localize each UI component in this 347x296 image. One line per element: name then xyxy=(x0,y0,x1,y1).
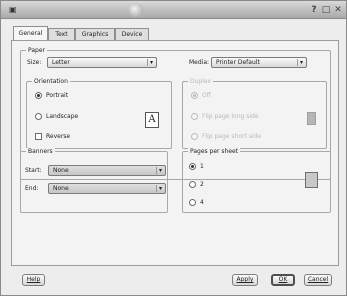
banners-group: Banners Start: None ▾ End: None ▾ xyxy=(20,148,168,213)
radio-button[interactable] xyxy=(189,163,196,170)
landscape-label: Landscape xyxy=(46,113,79,120)
chevron-down-icon: ▾ xyxy=(297,59,305,66)
banner-end-label: End: xyxy=(25,185,39,192)
print-dialog-window: ▣ ? □ ✕ General Text Graphics Device Pap… xyxy=(0,0,347,296)
radio-button[interactable] xyxy=(35,113,42,120)
ok-button[interactable]: OK xyxy=(271,274,295,286)
pages-per-sheet-group: Pages per sheet 1 2 4 xyxy=(182,148,331,213)
size-select-value: Letter xyxy=(52,59,70,66)
chevron-down-icon: ▾ xyxy=(147,59,155,66)
duplex-long-label: Flip page long side xyxy=(202,113,259,120)
radio-button[interactable] xyxy=(189,199,196,206)
general-tab-panel: Paper Size: Letter ▾ Media: Printer Defa… xyxy=(11,40,339,266)
help-button-label: Help xyxy=(26,276,41,283)
pps-1-label: 1 xyxy=(200,163,204,170)
banner-start-label: Start: xyxy=(25,167,42,174)
orientation-group: Orientation Portrait Landscape Reverse A xyxy=(26,78,172,149)
radio-button[interactable] xyxy=(191,92,198,99)
title-bar[interactable]: ▣ ? □ ✕ xyxy=(1,1,346,19)
radio-button[interactable] xyxy=(189,181,196,188)
portrait-label: Portrait xyxy=(46,92,69,99)
size-select[interactable]: Letter ▾ xyxy=(47,57,157,68)
orientation-preview-icon: A xyxy=(145,112,159,128)
media-label: Media: xyxy=(189,59,210,66)
pages-per-sheet-legend: Pages per sheet xyxy=(188,148,241,155)
help-question-icon[interactable]: ? xyxy=(308,4,320,16)
banner-start-value: None xyxy=(53,167,69,174)
reverse-label: Reverse xyxy=(46,133,71,140)
orientation-legend: Orientation xyxy=(32,78,70,85)
cancel-button[interactable]: Cancel xyxy=(304,274,332,286)
checkbox[interactable] xyxy=(35,133,42,140)
radio-button[interactable] xyxy=(191,133,198,140)
duplex-preview-icon xyxy=(307,112,316,125)
chevron-down-icon: ▾ xyxy=(156,185,164,192)
banner-end-value: None xyxy=(53,185,69,192)
banners-legend: Banners xyxy=(26,148,55,155)
media-select-value: Printer Default xyxy=(216,59,260,66)
page-layout-preview-icon xyxy=(305,172,318,188)
size-label: Size: xyxy=(27,59,42,66)
app-logo-icon xyxy=(129,3,143,17)
apply-button[interactable]: Apply xyxy=(232,274,258,286)
close-icon[interactable]: ✕ xyxy=(332,4,344,16)
maximize-icon[interactable]: □ xyxy=(320,4,332,16)
media-select[interactable]: Printer Default ▾ xyxy=(211,57,307,68)
radio-button[interactable] xyxy=(191,113,198,120)
pps-2-label: 2 xyxy=(200,181,204,188)
ok-button-label: OK xyxy=(278,276,288,283)
banner-start-select[interactable]: None ▾ xyxy=(48,165,166,176)
radio-button[interactable] xyxy=(35,92,42,99)
banner-end-select[interactable]: None ▾ xyxy=(48,183,166,194)
duplex-legend: Duplex xyxy=(188,78,214,85)
duplex-group: Duplex Off Flip page long side Flip page… xyxy=(182,78,327,149)
chevron-down-icon: ▾ xyxy=(156,167,164,174)
printer-app-icon: ▣ xyxy=(9,5,17,14)
paper-legend: Paper xyxy=(26,47,47,54)
help-button[interactable]: Help xyxy=(22,274,45,286)
cancel-button-label: Cancel xyxy=(307,276,329,283)
pps-4-label: 4 xyxy=(200,199,204,206)
duplex-off-label: Off xyxy=(202,92,211,99)
duplex-short-label: Flip page short side xyxy=(202,133,262,140)
apply-button-label: Apply xyxy=(236,276,254,283)
